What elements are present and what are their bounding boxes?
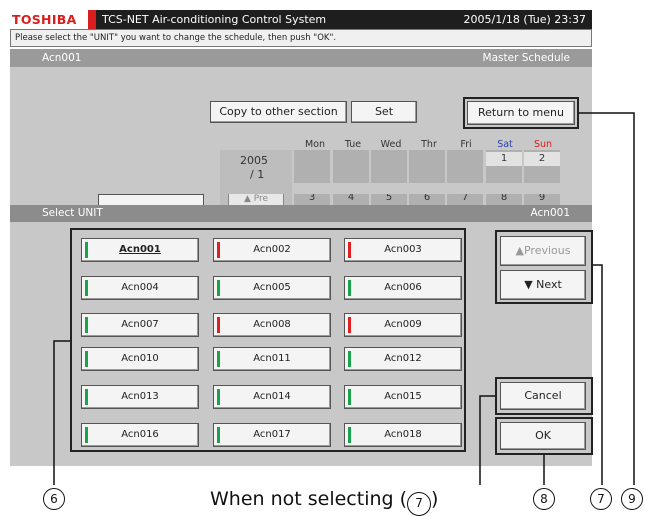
callout-8: 8 <box>533 488 555 510</box>
callout-9: 9 <box>621 488 643 510</box>
callout-7-inline: 7 <box>407 492 432 516</box>
callout-caption: When not selecting (7) <box>210 488 438 516</box>
callout-7: 7 <box>590 488 612 510</box>
callout-6: 6 <box>43 488 65 510</box>
callout-lines <box>53 112 635 485</box>
